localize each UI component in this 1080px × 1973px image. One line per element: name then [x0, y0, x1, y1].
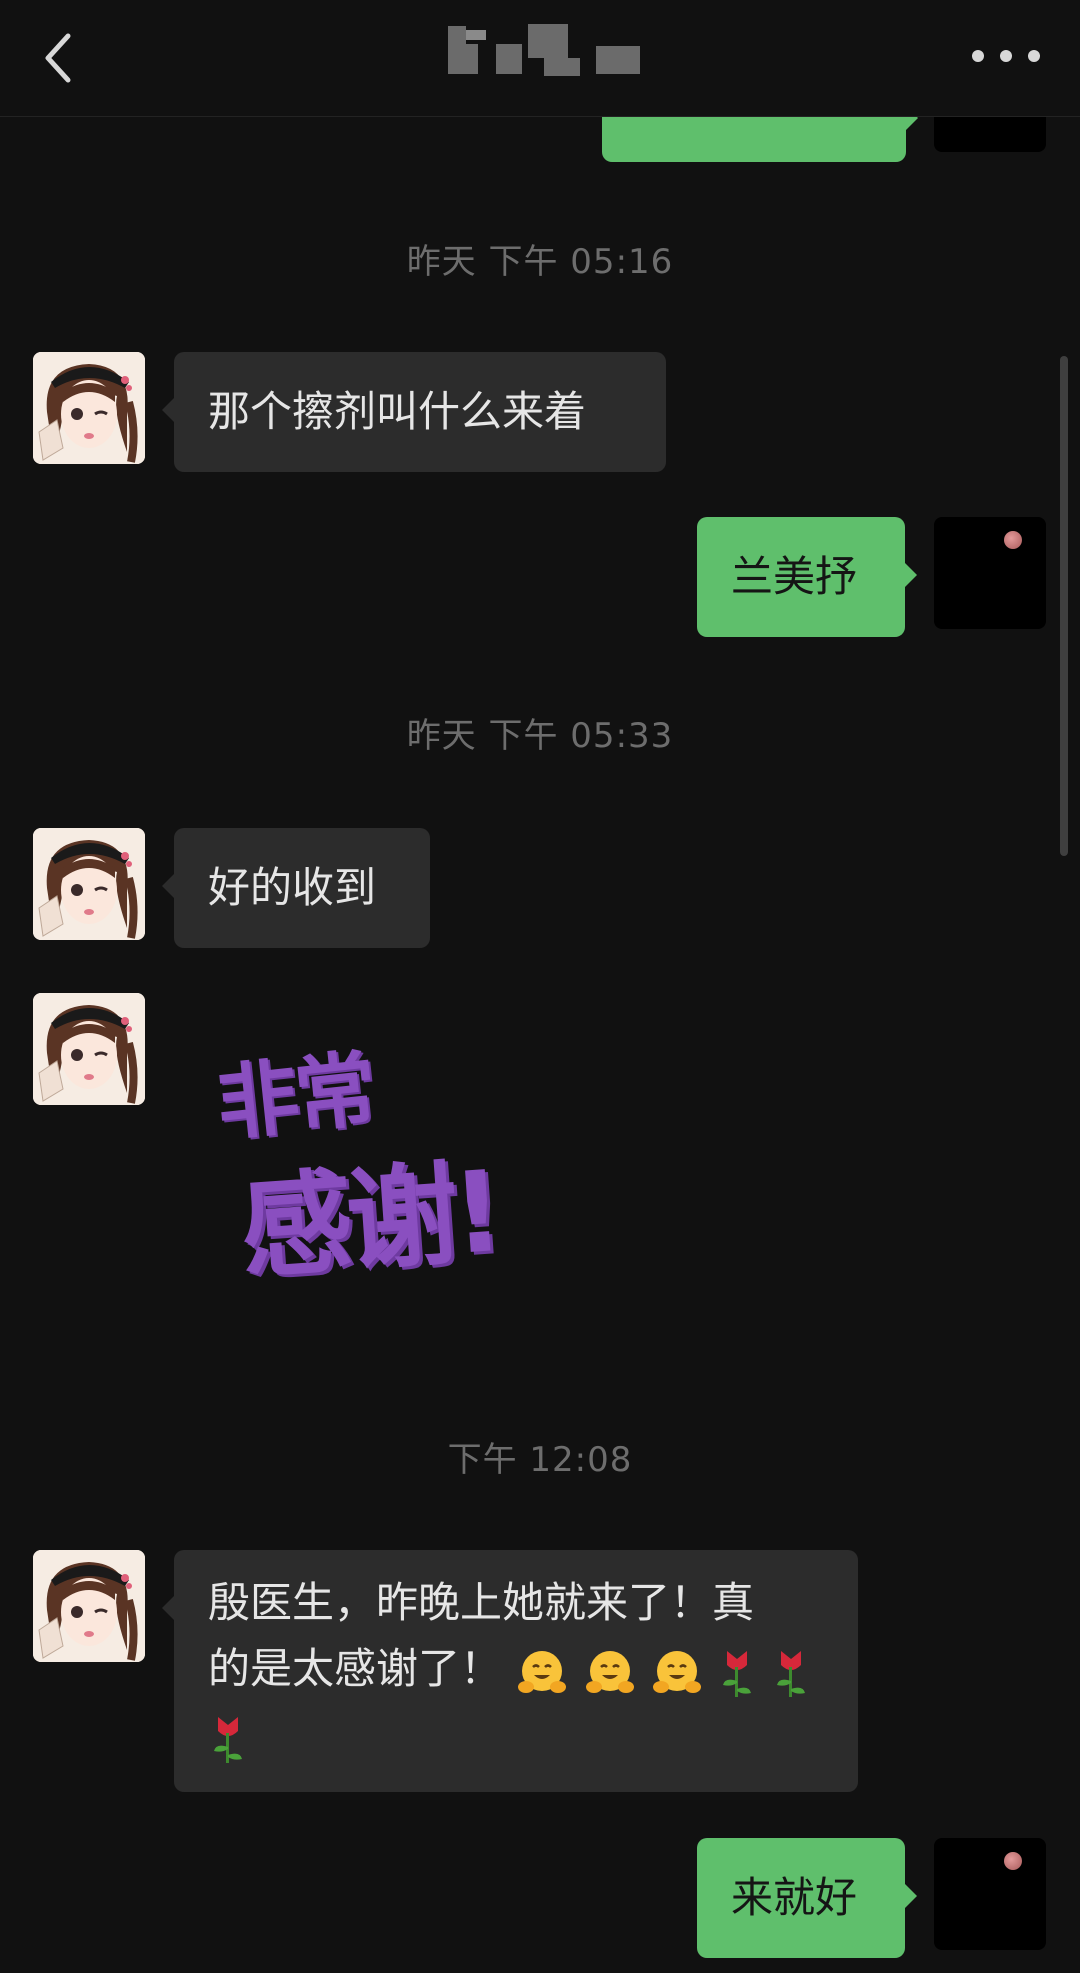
timestamp: 昨天 下午 05:16 [406, 242, 674, 282]
moon-icon [1004, 1852, 1022, 1870]
my-avatar[interactable] [934, 1838, 1046, 1950]
rose-icon [776, 1650, 805, 1697]
message-bubble[interactable]: 好的收到 [162, 828, 430, 948]
timestamp: 下午 12:08 [447, 1440, 633, 1480]
sticker-line-2: 感谢! [236, 1147, 502, 1295]
chat-title [448, 24, 648, 80]
message-bubble[interactable]: 来就好 [697, 1838, 917, 1958]
contact-avatar[interactable] [33, 828, 145, 940]
girl-avatar-icon [33, 828, 145, 940]
contact-avatar[interactable] [33, 352, 145, 464]
sticker-thanks[interactable]: 非常 感谢! [210, 1030, 540, 1300]
girl-avatar-icon [33, 993, 145, 1105]
hugging-face-icon [518, 1650, 567, 1693]
rose-icon [723, 1650, 752, 1697]
top-bar [0, 0, 1080, 117]
contact-avatar[interactable] [33, 993, 145, 1105]
hugging-face-icon [653, 1650, 702, 1693]
message-bubble[interactable]: 兰美抒 [697, 517, 917, 637]
chat-screen: 昨天 下午 05:16 那个擦剂叫什么来着 兰美抒 昨天 下午 05:33 好的… [0, 0, 1080, 1973]
contact-avatar[interactable] [33, 1550, 145, 1662]
back-button[interactable] [32, 22, 88, 94]
chevron-left-icon [45, 33, 71, 83]
rose-icon [214, 1716, 242, 1763]
more-options-button[interactable] [966, 26, 1046, 86]
girl-avatar-icon [33, 1550, 145, 1662]
more-dots-icon [972, 50, 1040, 62]
girl-avatar-icon [33, 352, 145, 464]
my-avatar[interactable] [934, 517, 1046, 629]
moon-icon [1004, 531, 1022, 549]
message-bubble[interactable]: 那个擦剂叫什么来着 [162, 352, 666, 472]
message-bubble[interactable]: 殷医生，昨晚上她就来了！真 的是太感谢了！ [162, 1550, 858, 1792]
hugging-face-icon [585, 1650, 634, 1693]
scrollbar[interactable] [1060, 356, 1068, 856]
timestamp: 昨天 下午 05:33 [406, 716, 674, 756]
